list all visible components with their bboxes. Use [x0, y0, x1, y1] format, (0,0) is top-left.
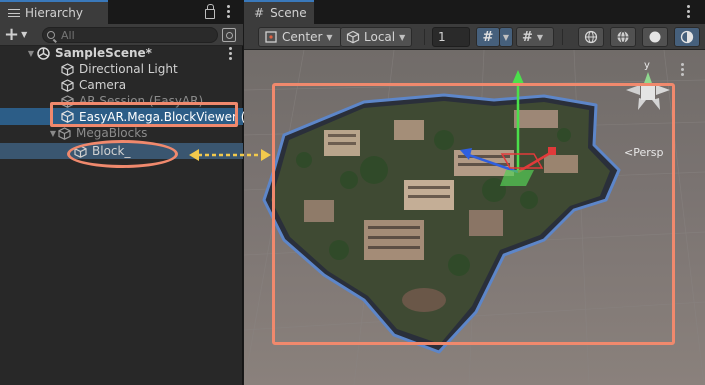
search-input[interactable] — [61, 28, 201, 42]
scene-name: SampleScene* — [55, 46, 152, 60]
unity-scene-icon — [37, 46, 50, 60]
double-arrow-icon — [189, 149, 271, 161]
scene-tab-label: Scene — [270, 6, 307, 20]
space-mode-dropdown[interactable]: Local ▼ — [340, 27, 412, 47]
tab-scene[interactable]: # Scene — [244, 0, 314, 24]
more-menu-icon[interactable] — [226, 46, 235, 61]
scene-grid-icon: # — [254, 6, 265, 20]
more-menu-icon[interactable] — [684, 4, 693, 19]
gameobject-icon — [58, 126, 71, 140]
list-item-camera[interactable]: Camera — [0, 77, 243, 93]
scene-tab-bar: # Scene — [244, 0, 705, 24]
wireframe-mode-button[interactable] — [578, 27, 604, 47]
chevron-down-icon[interactable]: ▼ — [0, 49, 34, 58]
toolbar-divider — [424, 29, 425, 45]
unlit-mode-button[interactable] — [674, 27, 700, 47]
grid-options-button[interactable]: ▼ — [499, 27, 513, 47]
local-cube-icon — [346, 30, 360, 44]
grid-toggle-button[interactable]: # — [476, 27, 500, 47]
unlit-sphere-icon — [680, 30, 694, 44]
grid-icon: # — [482, 29, 494, 45]
grid-snap-input[interactable]: 1 — [432, 27, 470, 47]
search-by-type-icon[interactable] — [222, 28, 236, 42]
more-menu-icon[interactable] — [224, 4, 233, 19]
list-item-megablocks[interactable]: ▼ MegaBlocks — [0, 125, 243, 141]
pivot-center-icon — [265, 31, 277, 43]
annotation-box-block-model — [272, 83, 675, 345]
chevron-down-icon[interactable]: ▼ — [48, 129, 58, 138]
annotation-box-blockviewer-row — [50, 102, 238, 127]
snap-grid-icon: # — [522, 29, 533, 45]
hierarchy-tab-label: Hierarchy — [25, 6, 84, 20]
gizmo-y-label: y — [644, 60, 650, 71]
lock-icon[interactable] — [205, 3, 215, 19]
gameobject-icon — [61, 78, 74, 92]
chevron-down-icon: ▼ — [536, 32, 544, 42]
list-item-label: Directional Light — [79, 62, 178, 76]
chevron-down-icon: ▼ — [502, 32, 510, 42]
hierarchy-tab-bar: Hierarchy — [0, 0, 243, 24]
grid-snap-value: 1 — [438, 30, 446, 44]
space-label: Local — [364, 30, 396, 44]
annotation-ellipse-block-row — [67, 140, 178, 168]
list-item-directional-light[interactable]: Directional Light — [0, 61, 243, 77]
shaded-wireframe-mode-button[interactable] — [610, 27, 636, 47]
shaded-mode-button[interactable] — [642, 27, 668, 47]
scene-toolbar: Center ▼ Local ▼ 1 # ▼ # ▼ — [244, 24, 705, 50]
chevron-down-icon: ▼ — [399, 32, 406, 42]
chevron-down-icon: ▼ — [21, 30, 28, 39]
list-item-label: Camera — [79, 78, 127, 92]
hierarchy-toolbar: + ▼ — [0, 24, 243, 46]
shaded-sphere-icon — [649, 31, 661, 43]
hierarchy-panel: Hierarchy + ▼ ▼ SampleScene* Directional… — [0, 0, 246, 385]
wireframe-sphere-icon — [584, 30, 598, 44]
pivot-label: Center — [282, 30, 323, 44]
shaded-wire-sphere-icon — [617, 31, 629, 43]
search-icon — [47, 31, 55, 39]
snap-increment-dropdown[interactable]: # ▼ — [516, 27, 554, 47]
gameobject-icon — [61, 62, 74, 76]
pivot-mode-dropdown[interactable]: Center ▼ — [258, 27, 342, 47]
toolbar-divider — [562, 29, 563, 45]
tab-hierarchy[interactable]: Hierarchy — [0, 0, 108, 24]
hierarchy-list-icon — [8, 7, 20, 19]
plus-icon: + — [4, 23, 20, 45]
chevron-down-icon: ▼ — [326, 32, 333, 42]
hierarchy-search[interactable] — [42, 27, 218, 43]
scene-root-row[interactable]: ▼ SampleScene* — [0, 45, 243, 61]
list-item-label: MegaBlocks — [76, 126, 148, 140]
add-object-button[interactable]: + ▼ — [4, 25, 34, 44]
viewport-options-icon[interactable] — [678, 62, 687, 77]
